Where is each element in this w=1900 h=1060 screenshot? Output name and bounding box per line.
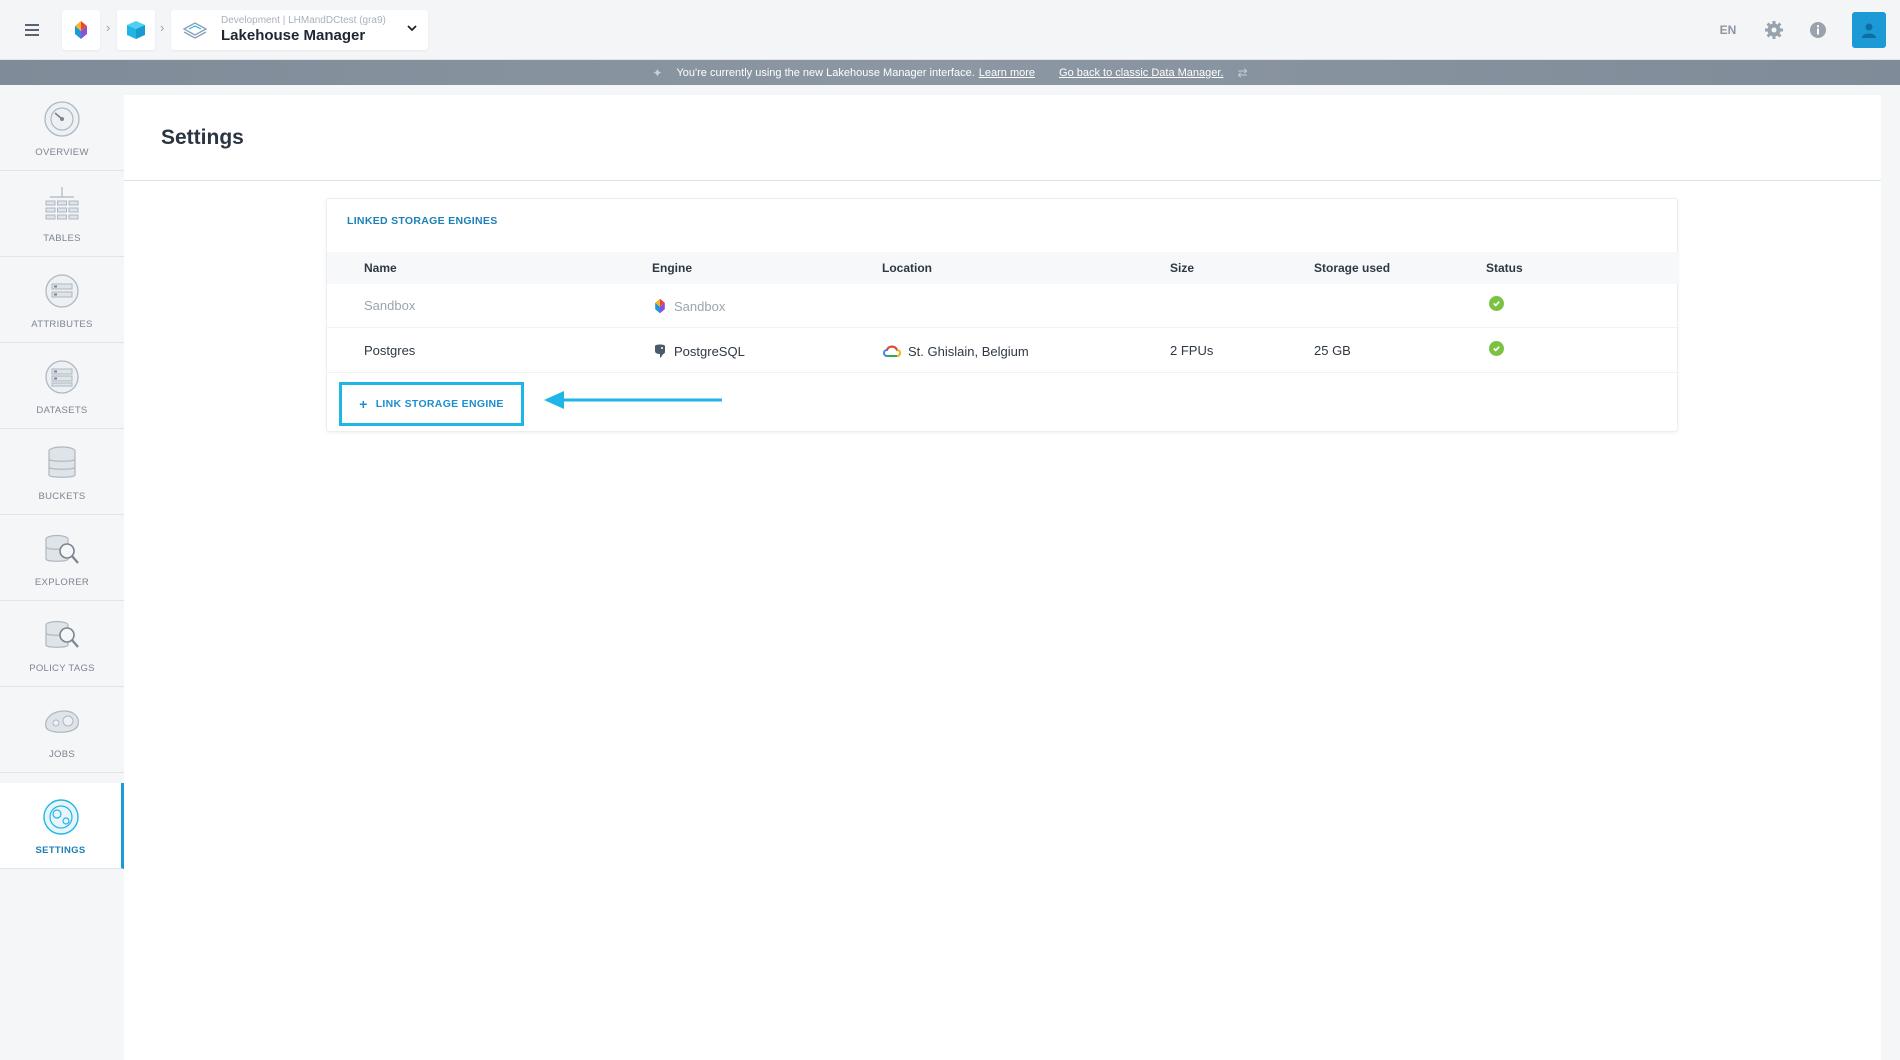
user-avatar-icon — [1862, 23, 1876, 38]
sidebar-item-policy-tags[interactable]: POLICY TAGS — [0, 601, 124, 687]
storage-name: Sandbox — [364, 298, 416, 313]
info-icon — [1810, 22, 1826, 38]
storage-engine: PostgreSQL — [674, 343, 745, 359]
explorer-icon — [45, 534, 79, 564]
user-avatar-button[interactable] — [1852, 12, 1886, 48]
table-row[interactable]: Postgres PostgreSQL St. Ghislain, Belgiu… — [327, 329, 1679, 373]
storage-size: 2 FPUs — [1170, 343, 1214, 358]
storage-engine: Sandbox — [674, 298, 726, 314]
sidebar-item-label: BUCKETS — [38, 491, 86, 502]
buckets-icon — [48, 446, 76, 478]
page-header: Settings — [124, 95, 1881, 181]
policy-tags-icon — [45, 620, 79, 648]
column-header-location[interactable]: Location — [882, 261, 932, 275]
info-banner: ✦ You're currently using the new Lakehou… — [0, 60, 1900, 85]
sidebar-item-label: OVERVIEW — [35, 147, 89, 158]
storage-location: St. Ghislain, Belgium — [908, 343, 1029, 359]
annotation-arrow-icon — [544, 391, 722, 409]
postgresql-icon — [655, 344, 665, 358]
table-header: Name Engine Location Size Storage used S… — [327, 252, 1679, 284]
google-cloud-icon — [883, 345, 901, 357]
sidebar-item-attributes[interactable]: ATTRIBUTES — [0, 257, 124, 343]
storage-location-cell: St. Ghislain, Belgium — [882, 343, 1029, 359]
status-ok-icon — [1489, 341, 1504, 356]
sidebar-item-tables[interactable]: TABLES — [0, 171, 124, 257]
column-header-status[interactable]: Status — [1486, 261, 1523, 275]
sidebar-item-label: SETTINGS — [35, 845, 86, 856]
linked-storage-engines-card: LINKED STORAGE ENGINES Name Engine Locat… — [326, 198, 1679, 432]
column-header-engine[interactable]: Engine — [652, 261, 692, 275]
gear-icon — [1765, 21, 1783, 39]
storage-used: 25 GB — [1314, 343, 1351, 358]
project-selector[interactable]: Development | LHMandDCtest (gra9) Lakeho… — [171, 10, 428, 50]
app-title: Lakehouse Manager — [221, 27, 366, 44]
link-storage-engine-label: LINK STORAGE ENGINE — [375, 398, 504, 410]
sidebar-item-label: JOBS — [48, 749, 75, 760]
lakehouse-icon — [182, 22, 208, 39]
column-header-storage-used[interactable]: Storage used — [1314, 261, 1390, 275]
hamburger-menu-icon[interactable] — [22, 21, 42, 37]
sparkle-icon: ✦ — [652, 65, 663, 80]
column-header-name[interactable]: Name — [364, 261, 397, 275]
sidebar-item-label: POLICY TAGS — [29, 663, 95, 674]
sidebar-item-overview[interactable]: OVERVIEW — [0, 85, 124, 171]
card-title: LINKED STORAGE ENGINES — [347, 215, 498, 227]
cube-icon — [127, 21, 145, 39]
sidebar-item-jobs[interactable]: JOBS — [0, 687, 124, 773]
storage-engine-cell: PostgreSQL — [652, 343, 745, 359]
tables-icon — [45, 187, 79, 220]
sidebar-item-label: EXPLORER — [34, 577, 90, 588]
project-cube-button[interactable] — [117, 10, 155, 50]
sidebar-item-label: ATTRIBUTES — [31, 319, 93, 330]
column-header-size[interactable]: Size — [1170, 261, 1194, 275]
plus-icon: + — [359, 396, 368, 412]
info-button[interactable] — [1806, 18, 1830, 42]
overview-gauge-icon — [44, 101, 80, 137]
main-content: Settings LINKED STORAGE ENGINES Name Eng… — [124, 95, 1881, 1060]
sidebar-item-buckets[interactable]: BUCKETS — [0, 429, 124, 515]
forepaas-logo-icon — [75, 21, 87, 39]
breadcrumb-separator: › — [160, 20, 165, 35]
project-environment: Development | LHMandDCtest (gra9) — [221, 15, 386, 26]
sidebar-item-datasets[interactable]: DATASETS — [0, 343, 124, 429]
breadcrumb-separator: › — [106, 20, 111, 35]
sidebar-item-explorer[interactable]: EXPLORER — [0, 515, 124, 601]
jobs-icon — [45, 710, 79, 733]
swap-arrows-icon: ⇄ — [1237, 65, 1248, 80]
sidebar-item-label: DATASETS — [36, 405, 88, 416]
sidebar-item-settings[interactable]: SETTINGS — [0, 783, 124, 869]
table-row[interactable]: Sandbox Sandbox — [327, 284, 1679, 328]
datasets-icon — [45, 360, 79, 394]
attributes-icon — [45, 274, 79, 308]
sandbox-engine-icon — [655, 298, 665, 314]
status-ok-icon — [1489, 296, 1504, 311]
storage-name: Postgres — [364, 343, 416, 358]
storage-engine-cell: Sandbox — [652, 298, 725, 314]
banner-message: You're currently using the new Lakehouse… — [676, 66, 975, 79]
learn-more-link[interactable]: Learn more — [979, 67, 1035, 79]
top-bar: › › Development | LHMandDCtest (gra9) La… — [0, 0, 1900, 60]
classic-data-manager-link[interactable]: Go back to classic Data Manager. — [1059, 67, 1223, 79]
language-selector[interactable]: EN — [1716, 18, 1740, 42]
sidebar-item-label: TABLES — [43, 233, 81, 244]
page-title: Settings — [161, 125, 244, 149]
link-storage-engine-button[interactable]: + LINK STORAGE ENGINE — [339, 382, 524, 426]
chevron-down-icon — [407, 25, 417, 32]
sidebar-nav: OVERVIEW TABLES ATTRIBUTES DATASETS BUCK… — [0, 85, 124, 1060]
org-logo-button[interactable] — [62, 10, 100, 50]
settings-icon — [42, 799, 79, 835]
settings-gear-button[interactable] — [1762, 18, 1786, 42]
